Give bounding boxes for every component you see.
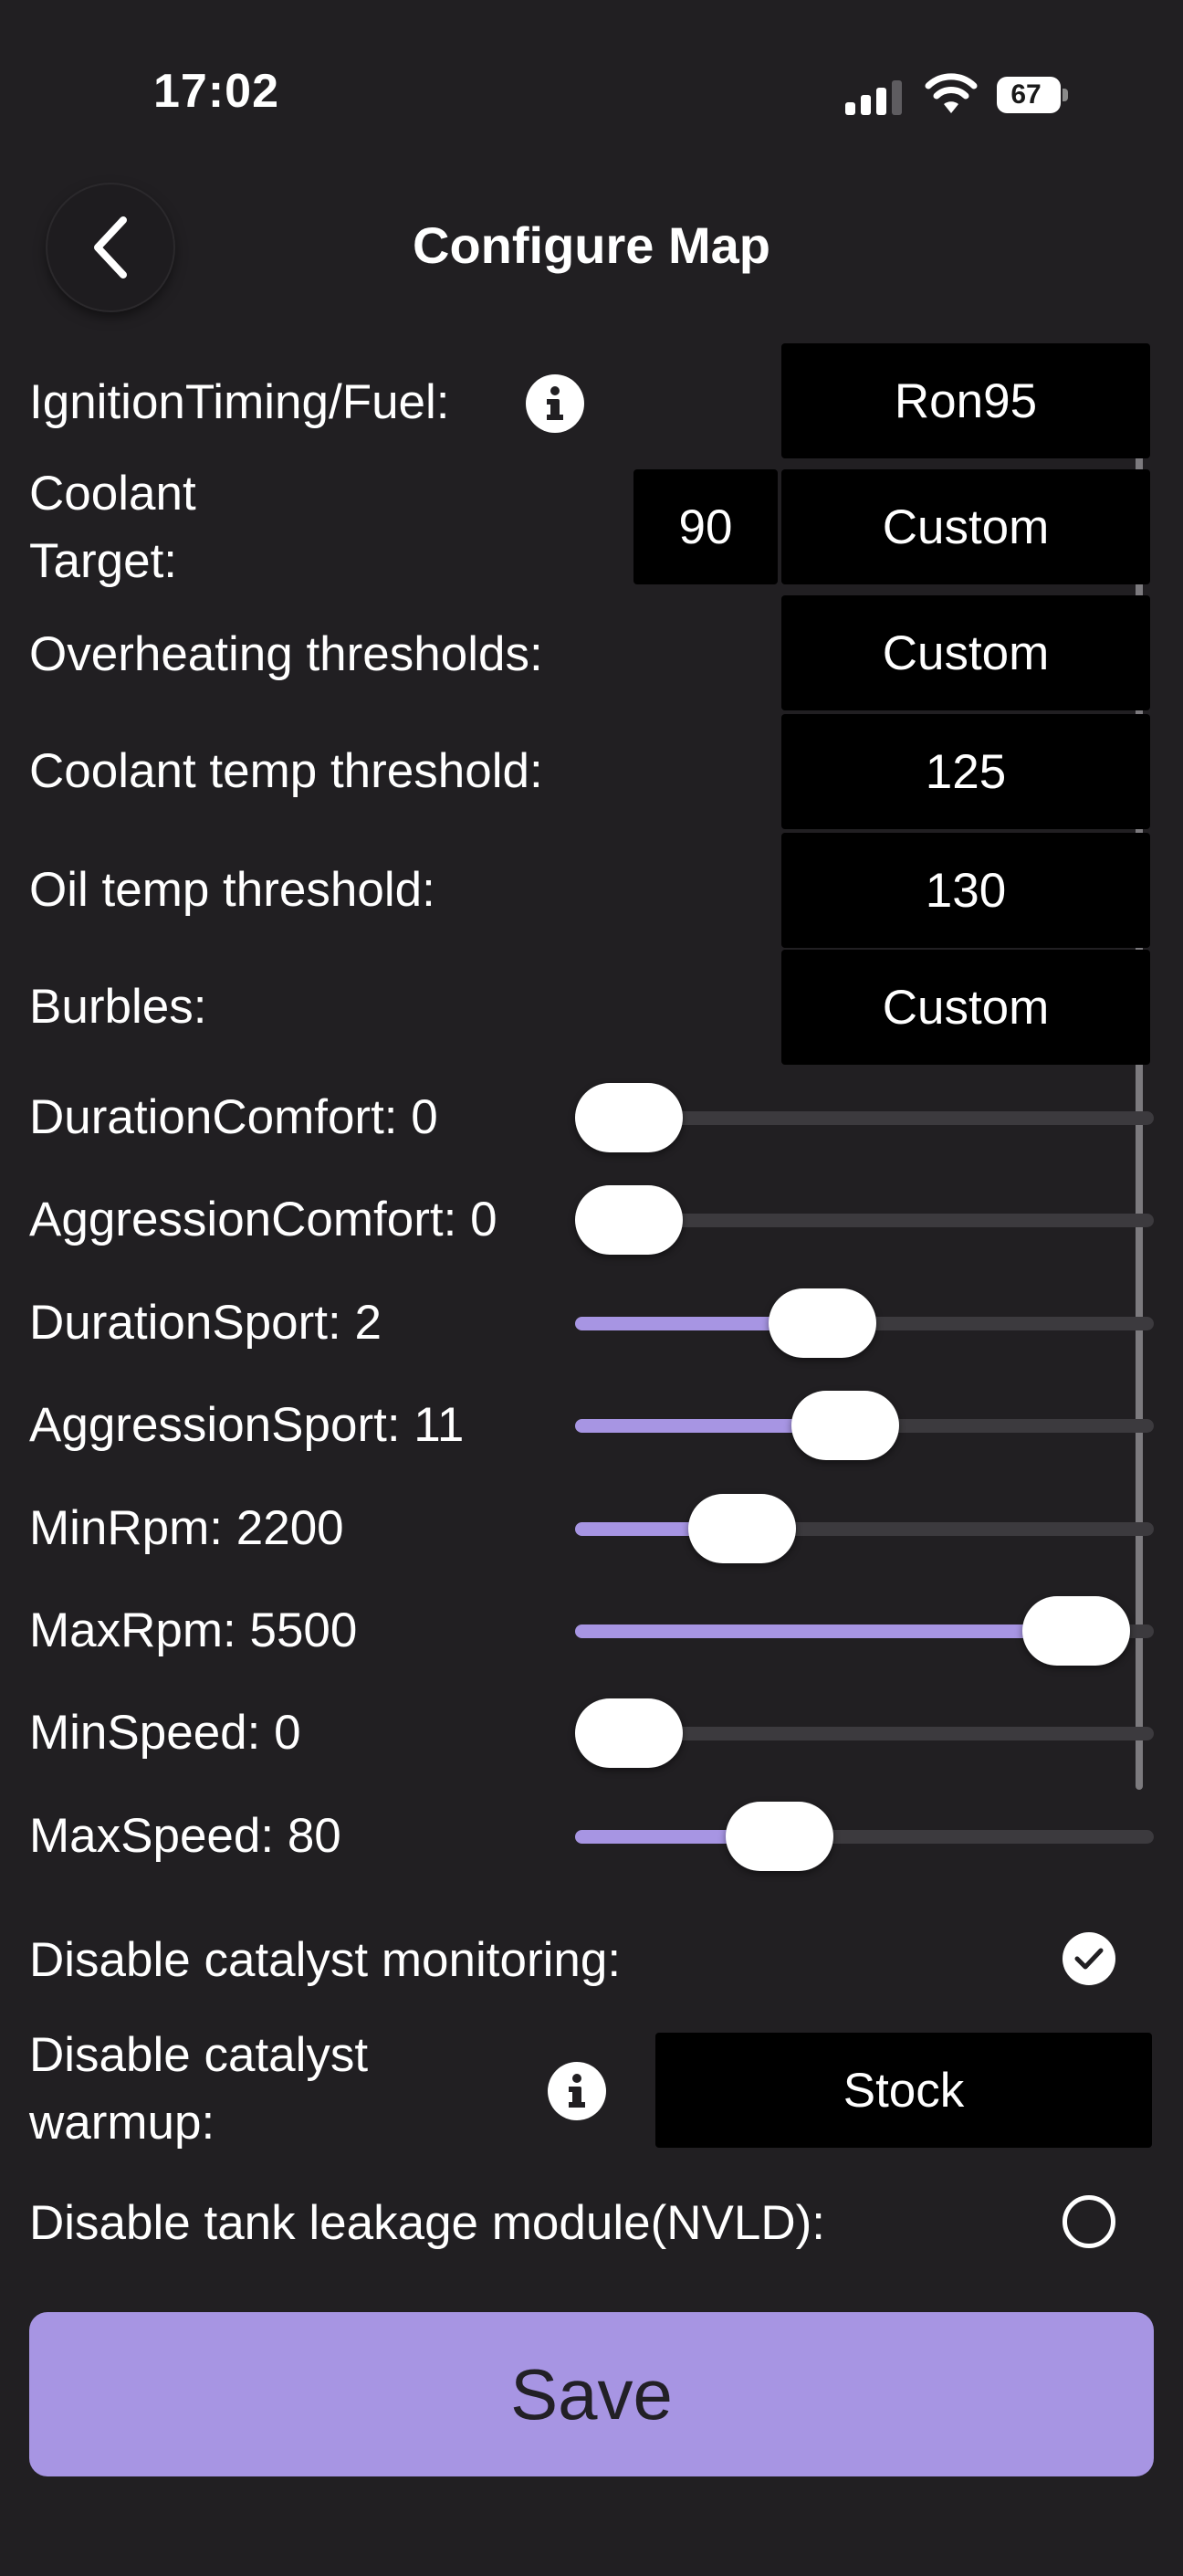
catalyst-monitoring-checkbox[interactable]: [1063, 1932, 1115, 1985]
slider-thumb[interactable]: [726, 1801, 834, 1871]
checkmark-icon: [1074, 1948, 1104, 1970]
catalyst-warmup-label-line2: warmup:: [29, 2096, 215, 2150]
slider-label: DurationSport: 2: [29, 1295, 382, 1350]
slider-label: AggressionComfort: 0: [29, 1193, 497, 1247]
slider-label: DurationComfort: 0: [29, 1090, 438, 1144]
slider-thumb[interactable]: [1022, 1596, 1131, 1666]
coolant-target-label-line1: Coolant: [29, 467, 196, 520]
chevron-left-icon: [94, 216, 127, 279]
wifi-icon: [924, 71, 979, 115]
overheating-thresholds-label: Overheating thresholds:: [29, 627, 543, 681]
slider-label: AggressionSport: 11: [29, 1398, 465, 1453]
status-time: 17:02: [153, 65, 279, 118]
burbles-select[interactable]: Custom: [781, 950, 1150, 1065]
cellular-signal-icon: [845, 79, 904, 115]
coolant-target-input[interactable]: 90: [633, 469, 778, 584]
catalyst-warmup-label: Disable catalyst warmup:: [29, 2022, 368, 2157]
slider-label: MaxRpm: 5500: [29, 1603, 358, 1657]
coolant-temp-threshold-input[interactable]: 125: [781, 714, 1150, 829]
page-title: Configure Map: [413, 216, 770, 274]
ignition-fuel-select[interactable]: Ron95: [781, 343, 1150, 458]
tank-leakage-label: Disable tank leakage module(NVLD):: [29, 2196, 825, 2250]
battery-level: 67: [1010, 79, 1042, 110]
coolant-temp-threshold-label: Coolant temp threshold:: [29, 744, 543, 798]
slider-thumb[interactable]: [575, 1698, 683, 1769]
slider-track[interactable]: [575, 1521, 1154, 1536]
slider-thumb[interactable]: [575, 1083, 683, 1152]
coolant-target-select[interactable]: Custom: [781, 469, 1150, 584]
save-button[interactable]: Save: [29, 2312, 1154, 2476]
slider-label: MaxSpeed: 80: [29, 1808, 341, 1863]
catalyst-warmup-label-line1: Disable catalyst: [29, 2028, 369, 2082]
oil-temp-threshold-label: Oil temp threshold:: [29, 863, 435, 917]
coolant-target-label: Coolant Target:: [29, 460, 196, 595]
info-icon[interactable]: [526, 374, 584, 433]
catalyst-warmup-select[interactable]: Stock: [655, 2033, 1152, 2148]
slider-thumb[interactable]: [687, 1493, 796, 1563]
coolant-target-label-line2: Target:: [29, 534, 178, 588]
battery-icon: 67: [997, 77, 1068, 113]
tank-leakage-checkbox[interactable]: [1063, 2195, 1115, 2248]
slider-fill: [575, 1624, 1077, 1638]
catalyst-monitoring-label: Disable catalyst monitoring:: [29, 1933, 622, 1987]
info-icon[interactable]: [548, 2062, 606, 2120]
burbles-label: Burbles:: [29, 980, 207, 1034]
slider-track[interactable]: [575, 1829, 1154, 1844]
slider-label: MinSpeed: 0: [29, 1706, 301, 1761]
back-button[interactable]: [47, 184, 173, 310]
ignition-timing-label: IgnitionTiming/Fuel:: [29, 375, 450, 429]
slider-thumb[interactable]: [791, 1391, 900, 1461]
slider-thumb[interactable]: [575, 1185, 683, 1256]
slider-label: MinRpm: 2200: [29, 1500, 344, 1555]
slider-thumb[interactable]: [768, 1288, 876, 1358]
oil-temp-threshold-input[interactable]: 130: [781, 833, 1150, 948]
overheating-thresholds-select[interactable]: Custom: [781, 595, 1150, 710]
